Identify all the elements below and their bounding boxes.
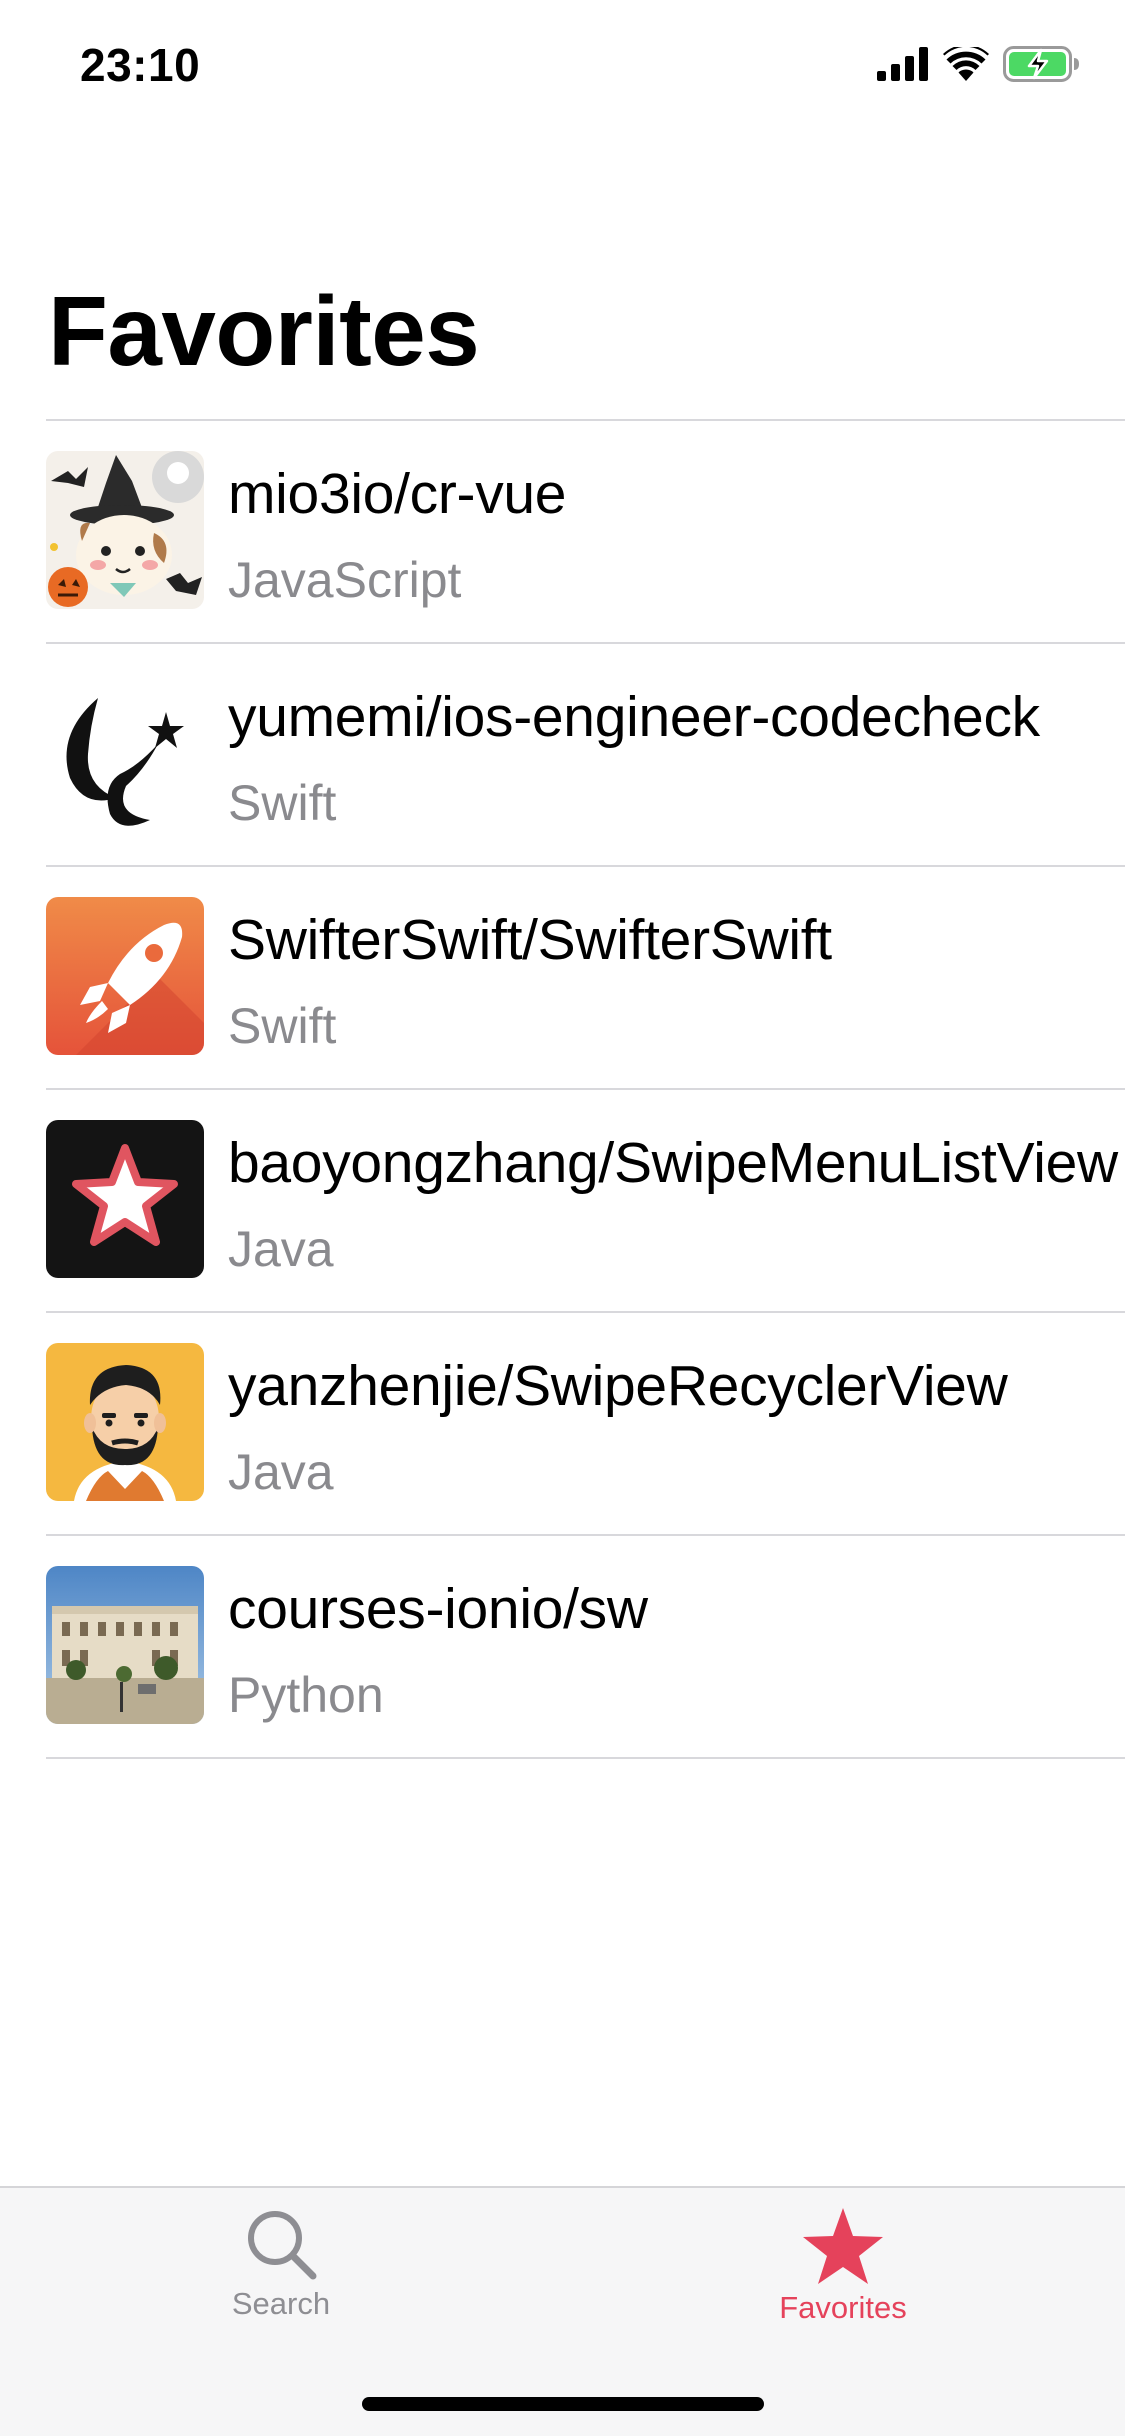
wifi-icon xyxy=(943,44,989,86)
tab-favorites-label: Favorites xyxy=(779,2290,907,2325)
repository-language: Swift xyxy=(228,775,337,831)
status-icons xyxy=(877,44,1081,87)
repository-name: SwifterSwift/SwifterSwift xyxy=(228,908,832,972)
repository-row[interactable]: yumemi/ios-engineer-codecheck Swift xyxy=(0,644,1125,867)
tab-favorites[interactable]: Favorites xyxy=(713,2206,973,2326)
halloween-cat-avatar xyxy=(46,451,204,609)
repository-row[interactable]: courses-ionio/sw Python xyxy=(0,1536,1125,1759)
yumemi-logo-avatar xyxy=(46,674,204,832)
tab-search-label: Search xyxy=(231,2286,331,2321)
status-time: 23:10 xyxy=(80,39,201,91)
repository-language: Python xyxy=(228,1667,384,1723)
repository-name: courses-ionio/sw xyxy=(228,1577,648,1641)
repository-language: JavaScript xyxy=(228,552,462,608)
building-photo-avatar xyxy=(46,1566,204,1724)
home-indicator[interactable] xyxy=(362,2397,764,2411)
search-icon xyxy=(151,2206,411,2282)
repository-name: mio3io/cr-vue xyxy=(228,462,567,526)
repository-name: yanzhenjie/SwipeRecyclerView xyxy=(228,1354,1008,1418)
repository-language: Java xyxy=(228,1444,334,1500)
star-icon xyxy=(713,2206,973,2286)
repository-name: baoyongzhang/SwipeMenuListView xyxy=(228,1131,1118,1195)
page-title: Favorites xyxy=(48,276,480,386)
repository-row[interactable]: mio3io/cr-vue JavaScript xyxy=(0,421,1125,644)
repository-row[interactable]: SwifterSwift/SwifterSwift Swift xyxy=(0,867,1125,1090)
repository-language: Swift xyxy=(228,998,337,1054)
star-avatar xyxy=(46,1120,204,1278)
repository-row[interactable]: yanzhenjie/SwipeRecyclerView Java xyxy=(0,1313,1125,1536)
row-separator xyxy=(46,1757,1125,1759)
repository-row[interactable]: baoyongzhang/SwipeMenuListView Java xyxy=(0,1090,1125,1313)
repository-list: mio3io/cr-vue JavaScript yumemi/ios-engi… xyxy=(0,421,1125,1759)
status-bar: 23:10 xyxy=(0,0,1125,132)
tab-search[interactable]: Search xyxy=(151,2206,411,2322)
cellular-signal-icon xyxy=(877,47,929,86)
bearded-man-avatar xyxy=(46,1343,204,1501)
repository-name: yumemi/ios-engineer-codecheck xyxy=(228,685,1040,749)
battery-charging-icon xyxy=(1003,46,1081,87)
repository-language: Java xyxy=(228,1221,334,1277)
favorites-screen: 23:10 Favorites mio3io/cr-vue JavaScript… xyxy=(0,0,1125,2436)
rocket-avatar xyxy=(46,897,204,1055)
